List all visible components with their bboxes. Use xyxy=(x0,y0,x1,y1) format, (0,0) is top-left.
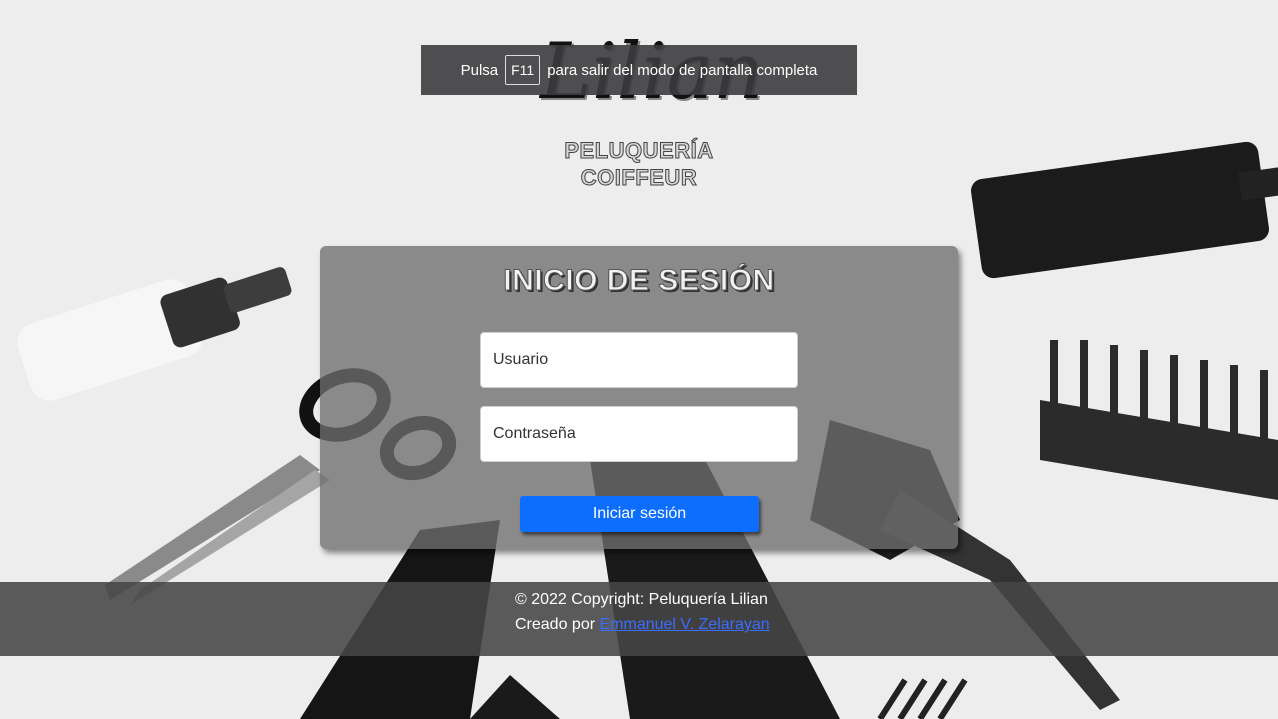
author-link[interactable]: Emmanuel V. Zelarayan xyxy=(600,616,770,633)
footer-copyright: © 2022 Copyright: Peluquería Lilian xyxy=(515,591,768,608)
username-input[interactable] xyxy=(480,332,798,388)
logo-subtitle-line1: PELUQUERÍA xyxy=(564,138,714,164)
fullscreen-banner-suffix: para salir del modo de pantalla completa xyxy=(547,61,818,79)
footer: © 2022 Copyright: Peluquería Lilian Crea… xyxy=(0,582,1278,656)
fullscreen-exit-banner: Pulsa F11 para salir del modo de pantall… xyxy=(421,45,857,95)
footer-created-by-label: Creado por xyxy=(515,616,596,633)
fullscreen-banner-prefix: Pulsa xyxy=(460,61,499,79)
footer-credits: Creado por Emmanuel V. Zelarayan xyxy=(515,616,770,634)
login-button[interactable]: Iniciar sesión xyxy=(520,496,759,532)
login-panel: INICIO DE SESIÓN Iniciar sesión xyxy=(320,246,958,549)
logo-subtitle-line2: COIFFEUR xyxy=(580,165,698,191)
login-title: INICIO DE SESIÓN xyxy=(503,264,775,298)
password-input[interactable] xyxy=(480,406,798,462)
fullscreen-key-badge: F11 xyxy=(505,55,541,85)
